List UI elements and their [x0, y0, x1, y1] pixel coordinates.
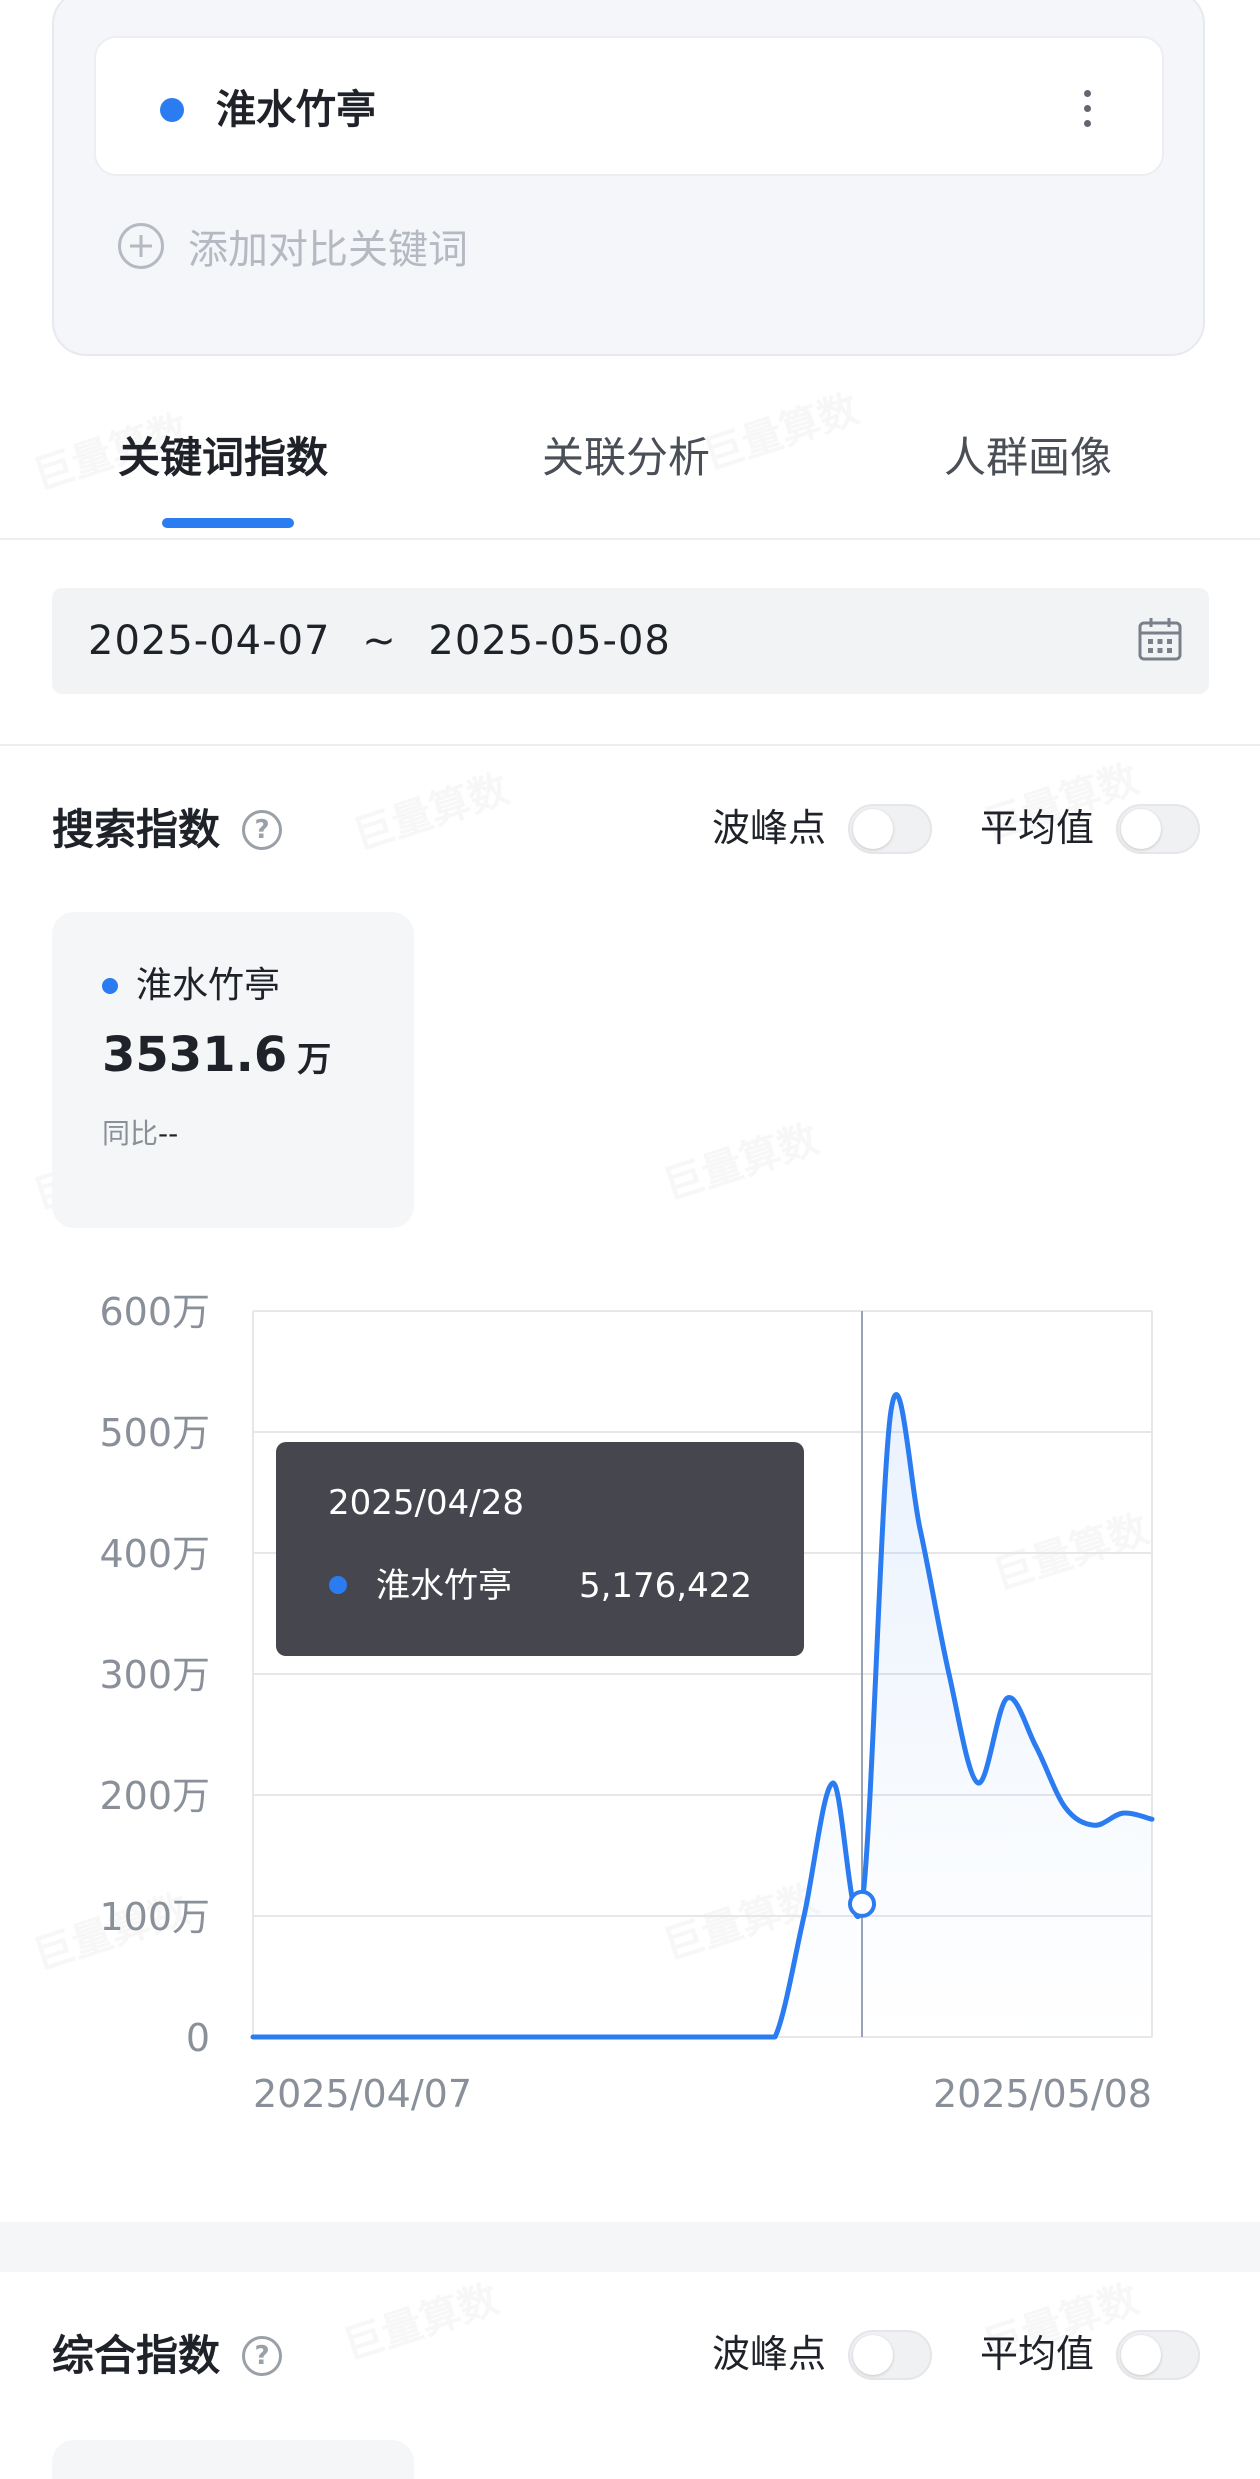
stat-keyword: 淮水竹亭 — [136, 965, 281, 1006]
section-divider — [0, 744, 1260, 746]
stat-card — [52, 2440, 414, 2479]
tab-related-analysis[interactable]: 关联分析 — [542, 428, 710, 488]
average-toggle-label: 平均值 — [980, 2332, 1095, 2376]
keyword-row[interactable]: 淮水竹亭 — [94, 36, 1164, 176]
tab-bar: 关键词指数 关联分析 人群画像 — [0, 400, 1260, 540]
y-tick-label: 400万 — [99, 1532, 210, 1576]
y-tick-label: 500万 — [99, 1411, 210, 1455]
section-gap — [0, 2222, 1260, 2272]
peak-toggle-label: 波峰点 — [712, 2332, 827, 2376]
peak-toggle-label: 波峰点 — [712, 806, 827, 850]
tooltip-box — [276, 1442, 804, 1656]
calendar-icon[interactable] — [1137, 616, 1183, 662]
average-toggle-label: 平均值 — [980, 806, 1095, 850]
peak-toggle[interactable] — [848, 804, 932, 854]
search-index-title: 搜索指数 — [52, 805, 221, 854]
y-tick-label: 100万 — [99, 1895, 210, 1939]
x-tick-label: 2025/05/08 — [933, 2072, 1152, 2116]
series-color-dot — [102, 978, 118, 994]
peak-toggle[interactable] — [848, 2330, 932, 2380]
tooltip-value: 5,176,422 — [579, 1566, 752, 1606]
date-range-picker[interactable]: 2025-04-07 ~ 2025-05-08 — [52, 588, 1209, 694]
help-icon[interactable]: ? — [242, 810, 282, 850]
composite-index-title: 综合指数 — [52, 2331, 221, 2380]
compare-label: 同比 — [102, 1117, 159, 1150]
watermark: 巨量算数 — [338, 2276, 505, 2370]
stat-card: 淮水竹亭 3531.6 万 同比-- — [52, 912, 414, 1228]
add-compare-keyword-label: 添加对比关键词 — [188, 227, 468, 273]
stat-value: 3531.6 万 — [102, 1020, 331, 1095]
series-color-dot — [160, 98, 184, 122]
stat-compare: 同比-- — [102, 1112, 178, 1156]
x-tick-label: 2025/04/07 — [253, 2072, 472, 2116]
watermark: 巨量算数 — [658, 1116, 825, 1210]
compare-value: -- — [158, 1117, 179, 1150]
y-tick-label: 0 — [186, 2016, 210, 2060]
y-tick-label: 600万 — [99, 1290, 210, 1334]
watermark: 巨量算数 — [348, 766, 515, 860]
tooltip-series-name: 淮水竹亭 — [376, 1566, 512, 1606]
plus-circle-icon — [118, 223, 164, 269]
tab-audience-profile[interactable]: 人群画像 — [944, 428, 1112, 488]
y-tick-label: 200万 — [99, 1774, 210, 1818]
date-end: 2025-05-08 — [428, 618, 671, 664]
average-toggle[interactable] — [1116, 804, 1200, 854]
stat-number: 3531.6 — [102, 1027, 288, 1083]
active-tab-indicator — [162, 518, 294, 528]
keyword-name: 淮水竹亭 — [216, 87, 376, 133]
date-start: 2025-04-07 — [88, 618, 331, 664]
search-index-chart[interactable]: 0 100万 200万 300万 400万 500万 600万 2025/04/07 2025/… — [0, 1270, 1260, 2150]
keyword-card: 淮水竹亭 添加对比关键词 — [52, 0, 1205, 356]
y-tick-label: 300万 — [99, 1653, 210, 1697]
tooltip-date: 2025/04/28 — [328, 1483, 524, 1523]
more-options-icon[interactable] — [1082, 90, 1092, 130]
tab-keyword-index[interactable]: 关键词指数 — [118, 428, 328, 488]
stat-unit: 万 — [297, 1040, 332, 1080]
tooltip-series-dot — [329, 1576, 347, 1594]
help-icon[interactable]: ? — [242, 2336, 282, 2376]
add-compare-keyword-button[interactable]: 添加对比关键词 — [118, 216, 468, 276]
highlight-point — [848, 1889, 876, 1918]
date-separator: ~ — [362, 618, 397, 664]
date-range-text: 2025-04-07 ~ 2025-05-08 — [88, 612, 671, 670]
average-toggle[interactable] — [1116, 2330, 1200, 2380]
